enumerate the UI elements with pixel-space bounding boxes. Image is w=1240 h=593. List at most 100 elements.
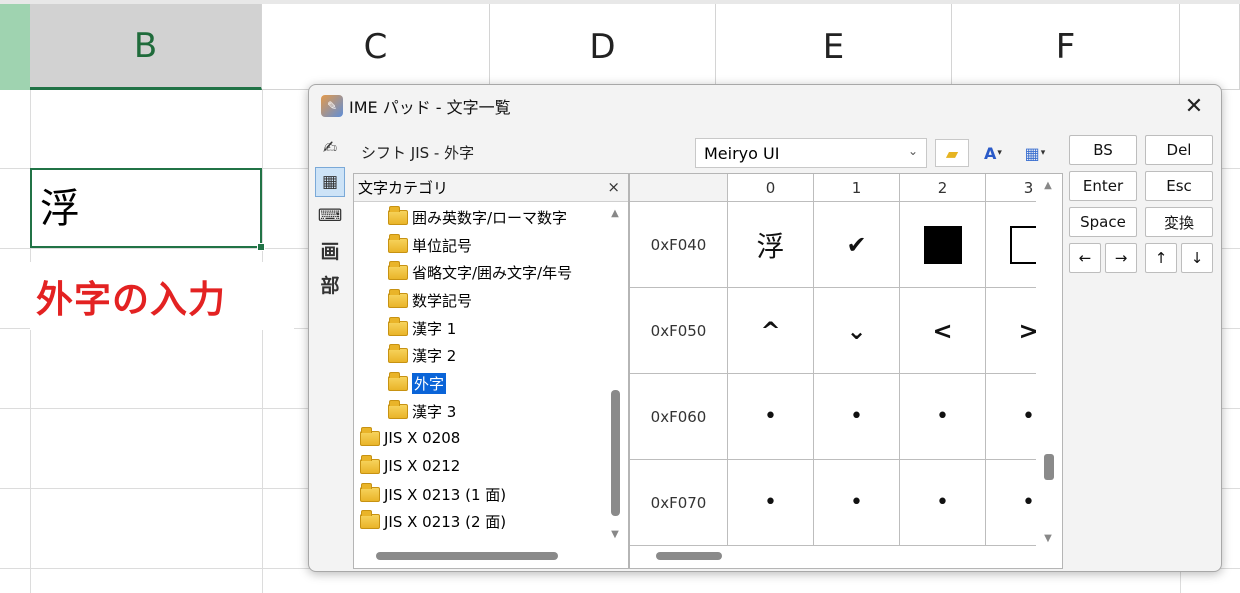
category-tree: 囲み英数字/ローマ数字 単位記号 省略文字/囲み文字/年号 数学記号 漢字 1 … bbox=[354, 202, 602, 544]
column-header-f[interactable]: F bbox=[952, 4, 1180, 90]
scroll-down-icon[interactable]: ▼ bbox=[608, 529, 622, 540]
column-header-d[interactable]: D bbox=[490, 4, 716, 90]
scroll-thumb[interactable] bbox=[1044, 454, 1054, 480]
char-cell[interactable]: ^ bbox=[728, 288, 814, 374]
grid-corner bbox=[630, 174, 728, 202]
char-cell[interactable]: ⌄ bbox=[814, 288, 900, 374]
grid-column-header: 2 bbox=[900, 174, 986, 202]
tree-item[interactable]: 単位記号 bbox=[388, 232, 472, 258]
grid-row-code: 0xF070 bbox=[630, 460, 728, 546]
tree-item[interactable]: 漢字 1 bbox=[388, 315, 456, 341]
char-cell[interactable]: • bbox=[814, 374, 900, 460]
select-all-corner[interactable] bbox=[0, 4, 30, 90]
folder-icon bbox=[360, 426, 380, 446]
tree-item[interactable]: 漢字 3 bbox=[388, 398, 456, 424]
column-header-c[interactable]: C bbox=[262, 4, 490, 90]
folder-icon bbox=[360, 509, 380, 529]
char-cell[interactable]: 浮 bbox=[728, 202, 814, 288]
char-cell[interactable]: • bbox=[986, 374, 1036, 460]
arrow-left-button[interactable]: ← bbox=[1069, 243, 1101, 273]
enter-button[interactable]: Enter bbox=[1069, 171, 1137, 201]
folder-icon bbox=[388, 371, 408, 391]
scroll-thumb[interactable] bbox=[611, 390, 620, 516]
window-title: IME パッド - 文字一覧 bbox=[349, 98, 511, 117]
arrow-up-button[interactable]: ↑ bbox=[1145, 243, 1177, 273]
ime-tool-strip: ✍ ▦ ⌨ 画 部 bbox=[315, 133, 349, 333]
grid-horizontal-scrollbar[interactable] bbox=[656, 552, 722, 560]
open-folder-icon[interactable]: ▰ bbox=[935, 139, 969, 167]
ime-toolbar: シフト JIS - 外字 Meiryo UI ⌄ ▰ A ▾ ▦ ▾ bbox=[353, 131, 1061, 173]
tree-item[interactable]: JIS X 0212 bbox=[360, 453, 460, 479]
column-header-e[interactable]: E bbox=[716, 4, 952, 90]
radical-icon[interactable]: 部 bbox=[315, 269, 345, 299]
tree-close-icon[interactable]: × bbox=[607, 178, 620, 196]
ime-pad-app-icon: ✎ bbox=[321, 95, 343, 117]
handwriting-icon[interactable]: ✍ bbox=[315, 133, 345, 163]
char-cell-black-square[interactable] bbox=[900, 202, 986, 288]
font-select[interactable]: Meiryo UI ⌄ bbox=[695, 138, 927, 168]
category-tree-title: 文字カテゴリ bbox=[358, 179, 449, 197]
tree-item[interactable]: 省略文字/囲み文字/年号 bbox=[388, 259, 572, 285]
grid-column-header: 0 bbox=[728, 174, 814, 202]
character-grid: 0 1 2 3 0xF040 浮 ✔ 0xF050 ^ ⌄ < > 0xF060… bbox=[630, 174, 1036, 546]
scroll-up-icon[interactable]: ▲ bbox=[1040, 180, 1056, 191]
fill-handle[interactable] bbox=[257, 243, 265, 251]
black-square-glyph bbox=[923, 225, 962, 264]
font-select-value: Meiryo UI bbox=[704, 143, 780, 163]
char-cell[interactable]: • bbox=[900, 460, 986, 546]
char-cell[interactable]: > bbox=[986, 288, 1036, 374]
scroll-down-icon[interactable]: ▼ bbox=[1040, 533, 1056, 544]
folder-icon bbox=[388, 399, 408, 419]
char-cell[interactable]: ✔ bbox=[814, 202, 900, 288]
grid-vertical-scrollbar[interactable]: ▲ ▼ bbox=[1040, 174, 1056, 546]
font-style-icon[interactable]: A ▾ bbox=[975, 139, 1011, 167]
folder-icon bbox=[388, 288, 408, 308]
tree-vertical-scrollbar[interactable]: ▲ ▼ bbox=[608, 204, 622, 540]
tree-horizontal-scrollbar[interactable] bbox=[376, 552, 558, 560]
del-button[interactable]: Del bbox=[1145, 135, 1213, 165]
folder-icon bbox=[388, 316, 408, 336]
scroll-up-icon[interactable]: ▲ bbox=[608, 208, 622, 219]
char-cell[interactable]: • bbox=[986, 460, 1036, 546]
white-square-glyph bbox=[1009, 225, 1036, 264]
folder-icon bbox=[388, 205, 408, 225]
char-cell-white-square[interactable] bbox=[986, 202, 1036, 288]
column-header-g[interactable] bbox=[1180, 4, 1240, 90]
convert-button[interactable]: 変換 bbox=[1145, 207, 1213, 237]
tree-item-selected[interactable]: 外字 bbox=[388, 370, 447, 396]
folder-icon bbox=[360, 482, 380, 502]
category-tree-panel: 文字カテゴリ × 囲み英数字/ローマ数字 単位記号 省略文字/囲み文字/年号 数… bbox=[353, 173, 629, 569]
grid-row-code: 0xF060 bbox=[630, 374, 728, 460]
view-mode-icon[interactable]: ▦ ▾ bbox=[1015, 139, 1055, 167]
stroke-count-icon[interactable]: 画 bbox=[315, 235, 345, 265]
tree-item[interactable]: JIS X 0208 bbox=[360, 425, 460, 451]
column-header-b[interactable]: B bbox=[30, 4, 262, 90]
tree-item[interactable]: 数学記号 bbox=[388, 287, 472, 313]
arrow-right-button[interactable]: → bbox=[1105, 243, 1137, 273]
caption-text: 外字の入力 bbox=[30, 262, 294, 330]
active-cell-b[interactable]: 浮 bbox=[30, 168, 265, 251]
char-cell[interactable]: < bbox=[900, 288, 986, 374]
title-bar[interactable]: ✎ IME パッド - 文字一覧 ✕ bbox=[309, 85, 1221, 127]
charset-label: シフト JIS - 外字 bbox=[361, 143, 475, 162]
column-gridline bbox=[30, 90, 31, 593]
char-cell[interactable]: • bbox=[728, 374, 814, 460]
esc-button[interactable]: Esc bbox=[1145, 171, 1213, 201]
character-list-icon[interactable]: ▦ bbox=[315, 167, 345, 197]
category-tree-header: 文字カテゴリ × bbox=[354, 174, 628, 202]
grid-column-header: 1 bbox=[814, 174, 900, 202]
char-cell[interactable]: • bbox=[900, 374, 986, 460]
bs-button[interactable]: BS bbox=[1069, 135, 1137, 165]
tree-item[interactable]: 囲み英数字/ローマ数字 bbox=[388, 204, 567, 230]
chevron-down-icon: ⌄ bbox=[907, 144, 918, 158]
char-cell[interactable]: • bbox=[728, 460, 814, 546]
close-icon[interactable]: ✕ bbox=[1181, 93, 1207, 119]
arrow-down-button[interactable]: ↓ bbox=[1181, 243, 1213, 273]
tree-item[interactable]: JIS X 0213 (1 面) bbox=[360, 481, 506, 507]
char-cell[interactable]: • bbox=[814, 460, 900, 546]
soft-keyboard-icon[interactable]: ⌨ bbox=[315, 201, 345, 231]
tree-item[interactable]: 漢字 2 bbox=[388, 342, 456, 368]
space-button[interactable]: Space bbox=[1069, 207, 1137, 237]
edit-keys: BS Del Enter Esc Space 変換 ← → ↑ ↓ bbox=[1069, 135, 1217, 285]
tree-item[interactable]: JIS X 0213 (2 面) bbox=[360, 508, 506, 534]
